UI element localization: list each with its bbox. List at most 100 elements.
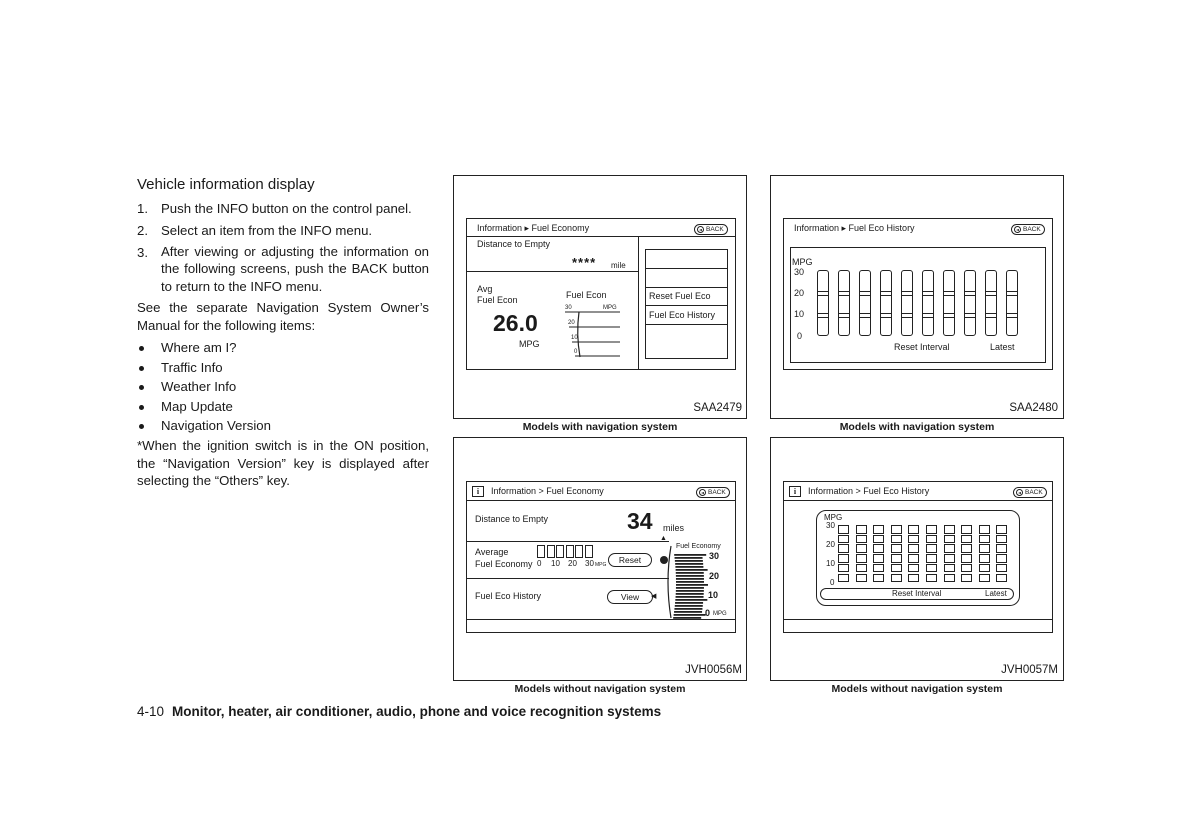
gauge-segment [674,554,707,556]
bar-cell [926,544,937,553]
history-bar [838,525,849,583]
back-button[interactable]: BACK [1013,487,1047,498]
bar-cell [943,525,955,534]
figure-caption: Models without navigation system [831,683,1003,695]
bar-cell [996,554,1008,563]
gauge-segment [675,587,704,589]
bar-cell [926,534,937,544]
step-text: Push the INFO button on the control pane… [161,201,412,216]
bar-cell [855,563,867,573]
gauge-segment [674,605,703,607]
bar-segment-line [1007,313,1017,318]
bar-cell [978,554,990,563]
bar-cell [978,534,990,544]
back-button[interactable]: BACK [696,487,730,498]
figure-caption: Models without navigation system [514,683,686,695]
bar-segment-line [839,313,849,318]
bar-segment-line [902,313,912,318]
history-bar [1006,270,1018,336]
bar-cell [838,525,849,534]
history-bar [838,270,850,336]
bar-segment-line [902,291,912,296]
bar-segment-line [986,313,996,318]
bar-cell [926,554,937,563]
gauge-segment [675,590,704,592]
bullet-text: Weather Info [161,379,237,394]
gauge-title: Fuel Econ [566,290,607,300]
y-tick: 20 [826,540,835,549]
bar-cell [978,563,990,573]
avg-segment-bar [537,545,597,558]
step-2: 2. Select an item from the INFO menu. [137,221,429,241]
history-bar [961,525,973,583]
bullet-text: Navigation Version [161,418,271,433]
history-bar [943,525,955,583]
note-text: *When the ignition switch is in the ON p… [137,438,429,488]
breadcrumb: Information > Fuel Economy [491,486,604,496]
bar-cell [943,563,955,573]
back-button[interactable]: BACK [1011,224,1045,235]
back-arrow-icon [699,489,706,496]
step-1: 1. Push the INFO button on the control p… [137,199,429,219]
history-bar [996,525,1008,583]
step-number: 1. [137,201,148,216]
history-bars [814,270,1024,340]
history-bar [901,270,913,336]
avg-segment [546,545,555,558]
bar-segment-line [818,313,828,318]
bullet-text: Traffic Info [161,360,223,375]
gauge-segment [675,566,704,568]
bar-cell [890,573,902,582]
bar-cell [855,573,867,582]
bar-segment-line [881,291,891,296]
chapter-title: Monitor, heater, air conditioner, audio,… [172,704,662,719]
gauge-segment [675,581,704,583]
bar-cell [996,534,1008,544]
gauge-segment [675,593,704,595]
avg-label: Fuel Econ [477,295,518,305]
panel-divider [638,236,639,370]
gauge-segment [675,599,708,601]
bullet-dot [139,385,144,390]
step-text: Select an item from the INFO menu. [161,223,373,238]
distance-value: **** [572,255,597,270]
gauge-tick: 0 [705,608,711,618]
bar-cell [838,563,849,573]
history-bar [943,270,955,336]
bar-cell [943,573,955,582]
history-bar [964,270,976,336]
scale-tick: 0 [537,559,542,568]
avg-segment [537,545,545,558]
y-axis-label: MPG [792,257,813,267]
screen-fuel-economy-non-nav: i Information > Fuel Economy BACK Distan… [466,481,736,633]
history-bar [855,525,867,583]
avg-label: Fuel Economy [475,559,533,569]
avg-label: Average [475,547,509,557]
x-label-latest: Latest [985,589,1007,598]
bar-segment-line [839,291,849,296]
menu-item-fuel-eco-history[interactable]: Fuel Eco History [646,306,727,325]
bar-cell [890,534,902,544]
menu-item-empty[interactable] [646,250,727,269]
back-button[interactable]: BACK [694,224,728,235]
gauge-segment [674,611,703,613]
bar-cell [996,525,1008,534]
history-bar [908,525,920,583]
view-button[interactable]: View [607,590,653,604]
bar-cell [961,554,973,563]
bar-cell [961,563,973,573]
reset-button[interactable]: Reset [608,553,652,567]
bar-segment-line [965,291,975,296]
screen-fuel-eco-history-nav: Information ▸ Fuel Eco History BACK MPG … [783,218,1053,370]
menu-item-empty[interactable] [646,325,727,343]
info-icon: i [472,486,484,497]
distance-label: Distance to Empty [475,514,549,524]
menu-item-empty[interactable] [646,269,727,288]
gauge-segment [675,578,704,580]
divider [467,541,669,542]
bar-cell [943,554,955,563]
header-divider [467,236,735,237]
gauge-tick: 30 [709,551,720,561]
menu-item-reset-fuel-eco[interactable]: Reset Fuel Eco [646,288,727,306]
figure-code: JVH0056M [685,664,742,676]
